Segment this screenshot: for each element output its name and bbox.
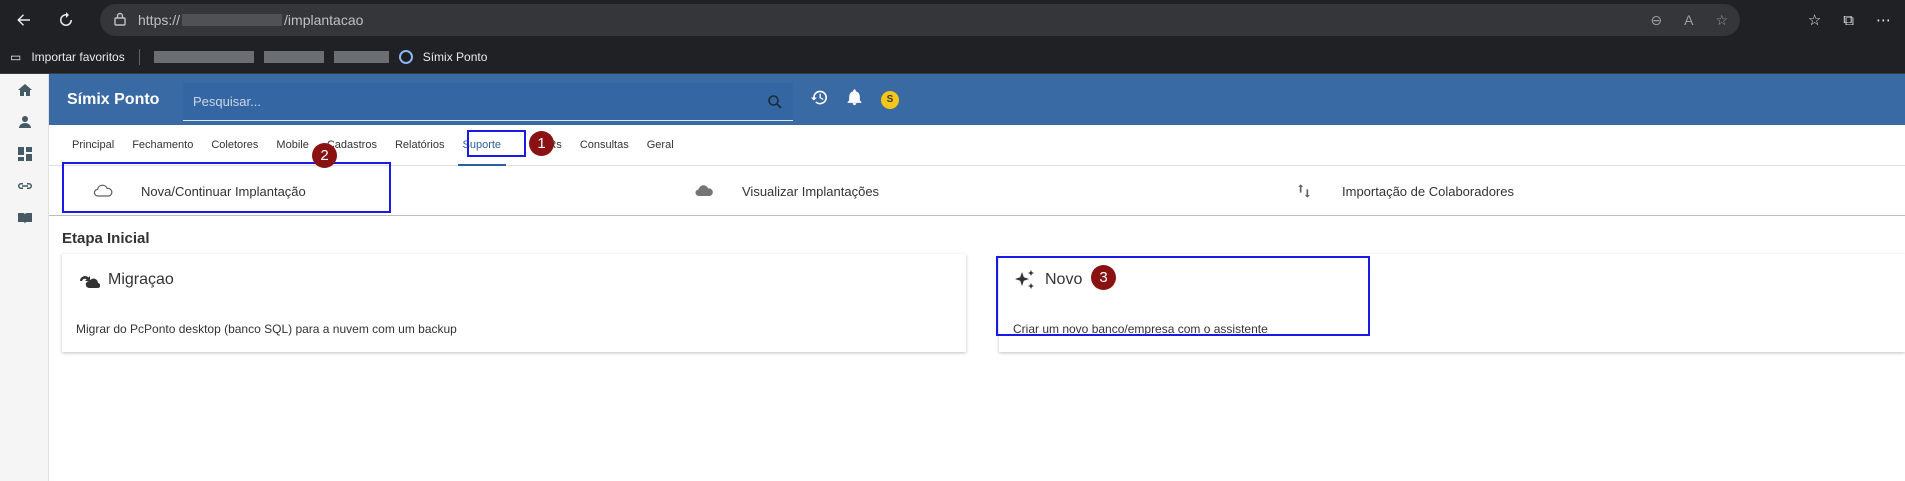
app-brand[interactable]: Símix Ponto: [67, 91, 183, 109]
tab-fechamento[interactable]: Fechamento: [123, 125, 202, 166]
lock-icon: [114, 12, 126, 29]
swap-vertical-icon: [1298, 184, 1310, 198]
link-icon[interactable]: [0, 170, 49, 202]
subnav-label: Visualizar Implantações: [742, 183, 880, 199]
more-icon[interactable]: ⋯: [1876, 11, 1891, 29]
bell-icon[interactable]: [846, 88, 863, 111]
card-migracao[interactable]: Migraçao Migrar do PcPonto desktop (banc…: [62, 254, 966, 352]
app-container: Símix Ponto S Principal Fechamento Colet…: [0, 74, 1905, 481]
read-aloud-icon[interactable]: A: [1684, 12, 1693, 28]
annotation-badge-3: 3: [1091, 265, 1116, 290]
favorites-icon[interactable]: ☆: [1808, 11, 1821, 29]
app-topbar: Símix Ponto S: [49, 74, 1905, 125]
address-bar[interactable]: https:// /implantacao ⊖ A ☆: [100, 4, 1740, 36]
book-icon[interactable]: [0, 202, 49, 234]
import-favorites-link[interactable]: Importar favoritos: [31, 50, 124, 64]
back-icon[interactable]: [8, 4, 40, 36]
reload-icon[interactable]: [50, 4, 82, 36]
avatar[interactable]: S: [881, 90, 899, 109]
cloud-icon: [695, 185, 713, 197]
simix-logo-icon: [398, 49, 413, 64]
divider: [138, 48, 140, 65]
favorites-bar: ▭ Importar favoritos Símix Ponto: [0, 40, 1905, 74]
search-input[interactable]: [183, 93, 753, 109]
collections-icon[interactable]: ⧉: [1843, 12, 1854, 29]
highlight-box-suporte: [467, 130, 526, 157]
zoom-icon[interactable]: ⊖: [1650, 12, 1662, 29]
person-icon[interactable]: [0, 106, 49, 138]
highlight-box-nova-implantacao: [62, 162, 391, 213]
favorite-redacted[interactable]: [153, 50, 254, 63]
left-rail: [0, 74, 49, 481]
tab-consultas[interactable]: Consultas: [571, 125, 638, 166]
dashboard-icon[interactable]: [0, 138, 49, 170]
favorite-redacted[interactable]: [333, 50, 389, 63]
tab-relatorios[interactable]: Relatórios: [386, 125, 454, 166]
url-prefix: https://: [138, 12, 181, 28]
card-title: Migraçao: [108, 271, 174, 288]
search-box: [183, 82, 793, 121]
url-path: /implantacao: [284, 12, 364, 28]
tab-geral[interactable]: Geral: [638, 125, 683, 166]
annotation-badge-2: 2: [312, 143, 337, 168]
section-title: Etapa Inicial: [62, 230, 150, 247]
history-icon[interactable]: [811, 89, 828, 111]
home-icon[interactable]: [0, 74, 49, 106]
favorite-star-icon[interactable]: ☆: [1715, 12, 1728, 29]
subnav-importacao-colaboradores[interactable]: Importação de Colaboradores: [1294, 166, 1514, 216]
browser-toolbar: https:// /implantacao ⊖ A ☆ ☆ ⧉ ⋯: [0, 0, 1905, 40]
annotation-badge-1: 1: [529, 131, 554, 156]
import-favorites-icon: ▭: [10, 49, 22, 64]
highlight-box-novo: [996, 256, 1370, 336]
cloud-sync-icon: [80, 276, 100, 289]
tab-mobile[interactable]: Mobile: [267, 125, 317, 166]
url-redacted: [182, 14, 283, 26]
card-description: Migrar do PcPonto desktop (banco SQL) pa…: [76, 322, 457, 336]
favorite-simix-link[interactable]: Símix Ponto: [423, 50, 488, 64]
favorite-redacted[interactable]: [263, 50, 324, 63]
subnav-label: Importação de Colaboradores: [1342, 183, 1514, 199]
subnav-visualizar-implantacoes[interactable]: Visualizar Implantações: [694, 166, 879, 216]
tab-principal[interactable]: Principal: [63, 125, 123, 166]
tab-coletores[interactable]: Coletores: [202, 125, 267, 166]
search-icon[interactable]: [767, 94, 783, 110]
